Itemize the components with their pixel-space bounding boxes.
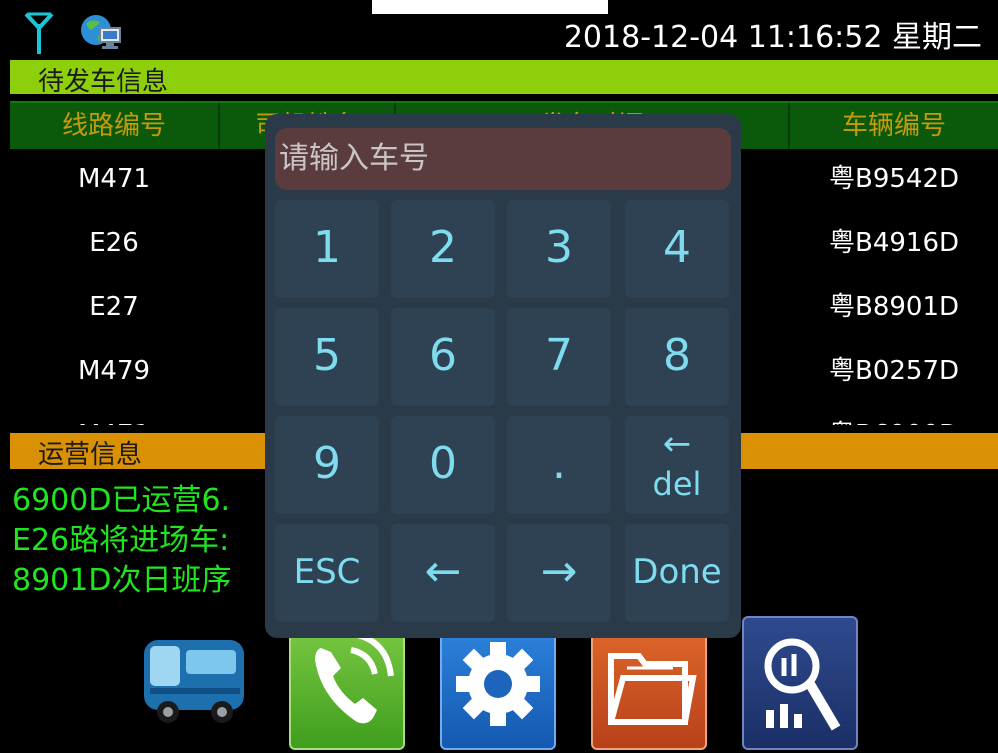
vehicle-cell: 粤B6900D (790, 403, 998, 425)
key-6[interactable]: 6 (391, 308, 495, 406)
bus-app-button[interactable] (134, 628, 252, 732)
key-decimal[interactable]: . (507, 416, 611, 514)
key-5[interactable]: 5 (275, 308, 379, 406)
route-cell: E26 (89, 228, 139, 258)
column-header-route[interactable]: 线路编号 (10, 103, 220, 149)
cursor-right-key[interactable]: → (507, 524, 611, 622)
key-2[interactable]: 2 (391, 200, 495, 298)
operations-title: 运营信息 (38, 440, 143, 470)
pending-departures-title: 待发车信息 (38, 67, 169, 97)
antenna-icon (24, 12, 54, 54)
status-bar: 2018-12-04 11:16:52 星期二 (0, 0, 998, 58)
operations-message: E26路将进场车: (12, 523, 230, 558)
search-report-icon (764, 638, 841, 731)
route-cell: M471 (10, 403, 218, 425)
key-7[interactable]: 7 (507, 308, 611, 406)
route-cell: M479 (77, 356, 151, 386)
pending-departures-header: 待发车信息 (10, 60, 998, 97)
backspace-arrow-icon: ← (662, 424, 692, 464)
route-cell: E27 (89, 292, 139, 322)
key-1[interactable]: 1 (275, 200, 379, 298)
delete-key-label: del (652, 465, 702, 503)
column-header-vehicle[interactable]: 车辆编号 (790, 103, 998, 149)
key-0[interactable]: 0 (391, 416, 495, 514)
done-key[interactable]: Done (625, 524, 729, 622)
key-3[interactable]: 3 (507, 200, 611, 298)
vehicle-number-keypad: 请输入车号 1 2 3 4 5 6 7 8 9 0 . ← del ESC ← … (265, 114, 741, 638)
network-icon (81, 15, 121, 49)
query-app-button[interactable] (742, 616, 858, 750)
escape-key[interactable]: ESC (275, 524, 379, 622)
operations-message: 6900D已运营6. (12, 483, 231, 518)
vehicle-number-input[interactable]: 请输入车号 (275, 128, 731, 190)
vehicle-cell: 粤B8901D (828, 292, 960, 322)
key-9[interactable]: 9 (275, 416, 379, 514)
cursor-left-key[interactable]: ← (391, 524, 495, 622)
datetime: 2018-12-04 11:16:52 星期二 (563, 20, 982, 55)
vehicle-cell: 粤B9542D (828, 164, 960, 194)
delete-key[interactable]: ← del (625, 416, 729, 514)
vehicle-cell: 粤B4916D (828, 228, 960, 258)
operations-message: 8901D次日班序 (12, 563, 232, 598)
vehicle-cell: 粤B0257D (828, 356, 960, 386)
key-4[interactable]: 4 (625, 200, 729, 298)
key-8[interactable]: 8 (625, 308, 729, 406)
route-cell: M471 (77, 164, 151, 194)
bus-icon (144, 640, 244, 723)
